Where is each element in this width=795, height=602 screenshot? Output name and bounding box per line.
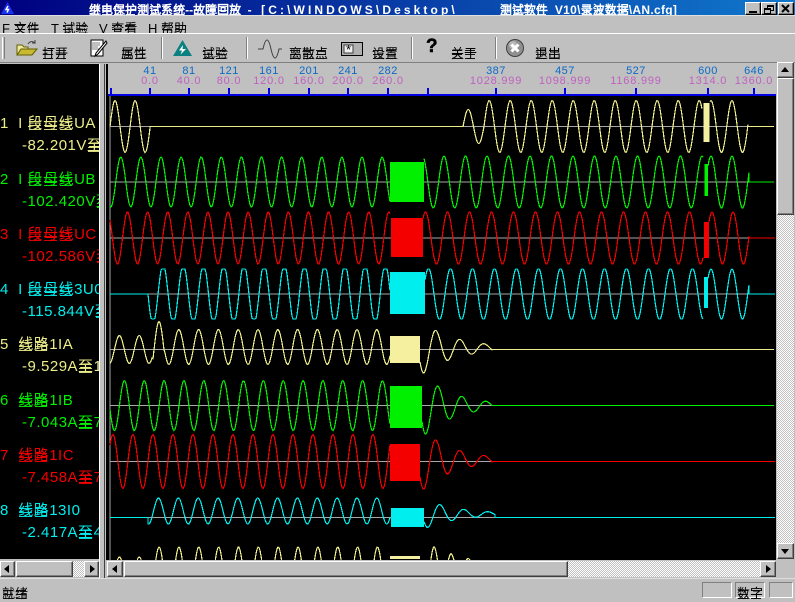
svg-text:*: * <box>346 42 351 57</box>
